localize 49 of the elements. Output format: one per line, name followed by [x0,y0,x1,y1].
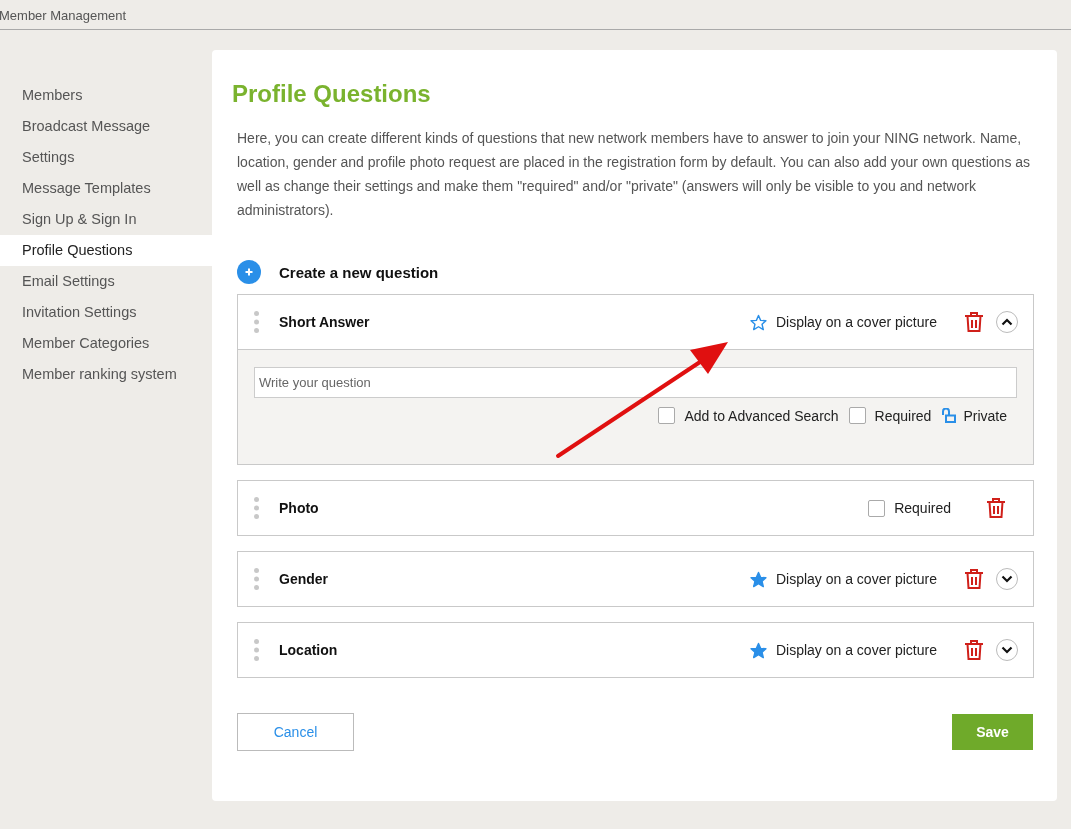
chevron-down-icon [1001,575,1013,583]
question-title: Location [279,642,339,658]
page-description: Here, you can create different kinds of questions that new network members have to answer to join your NING network. Name, location, gender and profile photo request are placed in the registration form by default. You can also add your own questions as well as change their settings and make them "required" and/or "private" (answers will only be visible to you and network administrators). [237,129,1032,220]
page-header-title: Member Management [0,8,127,23]
drag-handle-icon[interactable] [254,568,259,590]
sidebar-item[interactable]: Members [0,80,212,111]
expand-toggle-button[interactable] [996,568,1018,590]
unlocked-lock-icon[interactable] [941,408,957,423]
expand-toggle-button[interactable] [996,311,1018,333]
drag-handle-icon[interactable] [254,639,259,661]
sidebar-item[interactable]: Message Templates [0,173,212,204]
trash-icon[interactable] [965,312,983,332]
page-title: Profile Questions [232,80,432,108]
checkbox-label: Required [894,500,951,516]
sidebar-item[interactable]: Invitation Settings [0,297,212,328]
sidebar-item[interactable]: Profile Questions [0,235,212,266]
option-label: Private [963,407,1007,424]
expand-toggle-button[interactable] [996,639,1018,661]
option-label: Required [874,407,932,424]
chevron-up-icon [1001,318,1013,326]
trash-icon[interactable] [987,498,1005,518]
question-title: Photo [279,500,320,516]
required-checkbox[interactable] [868,499,886,517]
create-question-link[interactable]: Create a new question [279,263,439,281]
sidebar-item[interactable]: Broadcast Message [0,111,212,142]
star-icon[interactable] [749,641,767,659]
cover-picture-label: Display on a cover picture [775,642,937,658]
sidebar-item[interactable]: Sign Up & Sign In [0,204,212,235]
drag-handle-icon[interactable] [254,311,259,333]
sidebar-item[interactable]: Email Settings [0,266,212,297]
checkbox[interactable] [848,407,866,424]
drag-handle-icon[interactable] [254,497,259,519]
sidebar-item[interactable]: Member ranking system [0,359,212,390]
cover-picture-label: Display on a cover picture [775,571,937,587]
sidebar-item[interactable]: Member Categories [0,328,212,359]
star-icon[interactable] [749,313,767,331]
trash-icon[interactable] [965,640,983,660]
add-icon[interactable] [237,260,261,284]
sidebar-item[interactable]: Settings [0,142,212,173]
chevron-down-icon [1001,646,1013,654]
option-label: Add to Advanced Search [684,407,839,424]
star-icon[interactable] [749,570,767,588]
question-title: Short Answer [279,314,371,330]
question-input-field[interactable]: Write your question [254,367,1017,398]
checkbox[interactable] [658,407,676,424]
cover-picture-label: Display on a cover picture [775,314,937,330]
question-title: Gender [279,571,329,587]
trash-icon[interactable] [965,569,983,589]
cancel-button[interactable]: Cancel [237,713,354,751]
